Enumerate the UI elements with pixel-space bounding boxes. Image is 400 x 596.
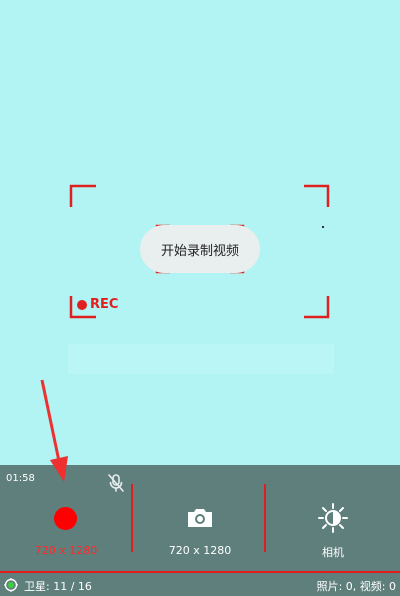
- viewfinder-speck: [322, 226, 324, 228]
- camera-mode-label: 相机: [322, 546, 344, 559]
- recording-timer: 01:58: [6, 473, 35, 484]
- frame-corner-top-right: [304, 184, 330, 207]
- mic-off-icon[interactable]: [106, 473, 126, 493]
- brightness-icon[interactable]: [318, 503, 348, 533]
- rec-label: REC: [90, 297, 119, 312]
- camera-screen: 开始录制视频 REC 01:58 720 x 1280 720 x 1280 相…: [0, 0, 400, 596]
- toast-text: 开始录制视频: [160, 243, 239, 259]
- record-button[interactable]: [54, 507, 77, 530]
- frame-corner-top-left: [69, 184, 96, 207]
- camera-icon[interactable]: [186, 507, 214, 529]
- video-resolution-label: 720 x 1280: [34, 544, 98, 557]
- media-count: 照片: 0, 视频: 0: [316, 580, 396, 593]
- satellite-count: 卫星: 11 / 16: [24, 580, 92, 593]
- toast-message: 开始录制视频: [140, 225, 260, 273]
- rec-indicator: REC: [77, 297, 118, 312]
- frame-corner-bottom-right: [304, 296, 330, 319]
- divider-right: [264, 484, 266, 552]
- photo-resolution-label: 720 x 1280: [168, 544, 232, 557]
- rec-dot-icon: [77, 299, 87, 310]
- gps-target-icon: [4, 578, 18, 592]
- status-bar: 卫星: 11 / 16 照片: 0, 视频: 0: [0, 571, 400, 596]
- preview-band: [68, 344, 334, 374]
- divider-left: [131, 484, 133, 552]
